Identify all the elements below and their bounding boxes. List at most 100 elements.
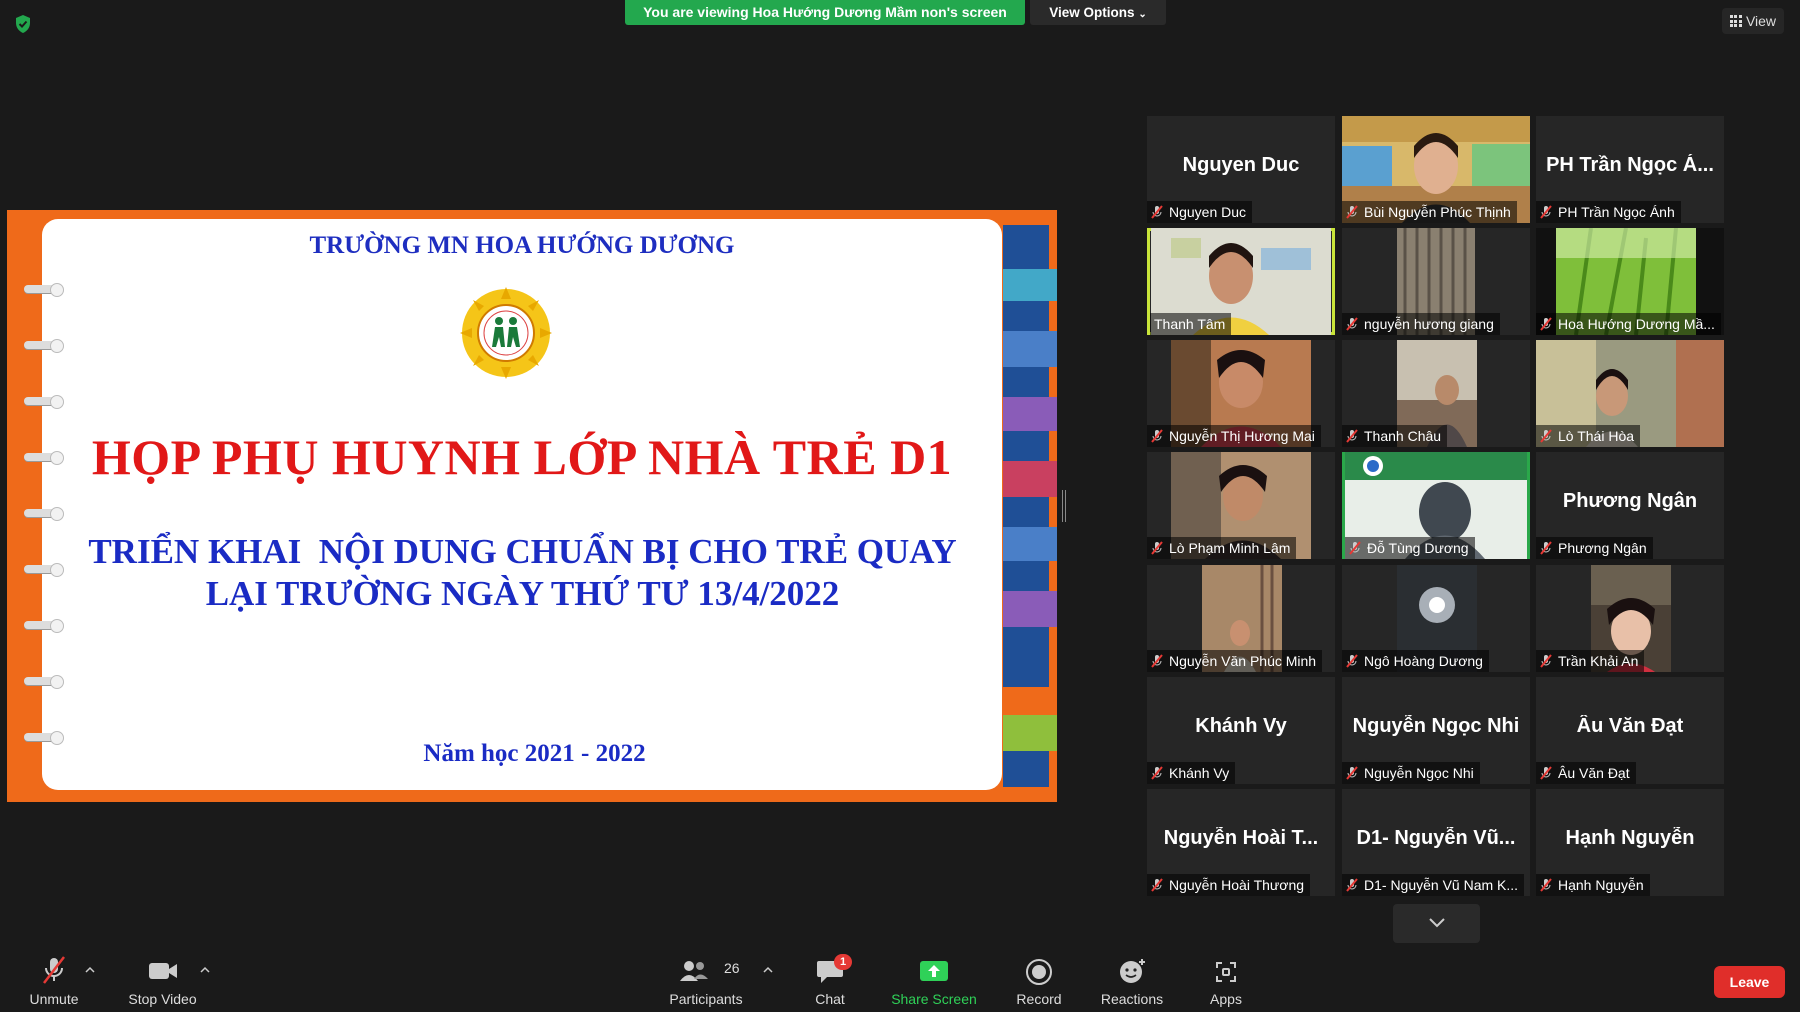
participant-tile[interactable]: Âu Văn Đạt Âu Văn Đạt [1536,677,1724,784]
muted-mic-icon [1540,541,1552,555]
binder-ring [24,619,64,633]
participant-tile[interactable]: PH Trần Ngọc Á... PH Trần Ngọc Ánh [1536,116,1724,223]
participant-label: Đỗ Tùng Dương [1345,537,1475,559]
participant-label: Nguyễn Ngọc Nhi [1342,762,1480,784]
gallery-next-page-button[interactable] [1393,904,1480,943]
binder-ring [24,675,64,689]
participant-name-display: Âu Văn Đạt [1576,715,1684,737]
panel-resize-handle[interactable] [1062,490,1066,522]
participant-label: Thanh Tâm [1150,313,1232,335]
participant-label: Hoa Hướng Dương Mầ... [1536,313,1721,335]
participant-label: Nguyễn Thị Hương Mai [1147,425,1321,447]
slide-subtitle-line1: TRIỂN KHAI NỘI DUNG CHUẨN BỊ CHO TRẺ QUA… [88,532,957,571]
chat-unread-badge: 1 [834,954,852,970]
participant-tile[interactable]: Hạnh Nguyễn Hạnh Nguyễn [1536,789,1724,896]
binder-ring [24,395,64,409]
share-screen-label: Share Screen [891,991,977,1007]
participant-tile[interactable]: Nguyễn Thị Hương Mai [1147,340,1335,447]
slide-color-tabs [1003,225,1057,787]
participant-tile[interactable]: Ngô Hoàng Dương [1342,565,1530,672]
slide-subtitle: TRIỂN KHAI NỘI DUNG CHUẨN BỊ CHO TRẺ QUA… [70,531,975,615]
video-camera-icon [148,963,177,979]
muted-mic-icon [1346,878,1358,892]
reactions-button[interactable]: Reactions [1095,955,1169,1007]
participant-label: nguyễn hương giang [1342,313,1500,335]
participant-label: Nguyễn Văn Phúc Minh [1147,650,1323,672]
participant-tile[interactable]: Nguyễn Hoài T... Nguyễn Hoài Thương [1147,789,1335,896]
participants-count: 26 [724,960,740,976]
muted-mic-icon [1151,429,1163,443]
unmute-button[interactable]: Unmute [18,955,90,1007]
participant-label: Khánh Vy [1147,762,1236,784]
participant-label: Thanh Châu [1342,425,1448,447]
participant-tile[interactable]: Phương Ngân Phương Ngân [1536,452,1724,559]
apps-label: Apps [1210,991,1242,1007]
participant-name-display: Khánh Vy [1195,715,1287,737]
share-screen-button[interactable]: Share Screen [885,955,983,1007]
participant-name-display: Phương Ngân [1562,490,1698,512]
sunflower-logo-icon [460,287,552,379]
audio-options-caret-icon[interactable] [85,965,95,975]
participant-label: PH Trần Ngọc Ánh [1536,201,1681,223]
participant-name-display: D1- Nguyễn Vũ... [1356,827,1516,849]
participant-tile[interactable]: Bùi Nguyễn Phúc Thịnh [1342,116,1530,223]
record-button[interactable]: Record [1007,955,1071,1007]
participant-tile[interactable]: Lò Thái Hòa [1536,340,1724,447]
muted-mic-icon [1346,654,1358,668]
participant-tile[interactable]: Nguyen Duc Nguyen Duc [1147,116,1335,223]
participant-tile[interactable]: Khánh Vy Khánh Vy [1147,677,1335,784]
muted-mic-icon [1540,766,1552,780]
participant-name-display: PH Trần Ngọc Á... [1546,154,1714,176]
participant-label: D1- Nguyễn Vũ Nam K... [1342,874,1525,896]
participant-tile-active-speaker[interactable]: Thanh Tâm [1147,228,1335,335]
view-options-button[interactable]: View Options ⌄ [1030,0,1166,25]
unmute-label: Unmute [29,991,79,1007]
leave-meeting-button[interactable]: Leave [1714,966,1785,998]
muted-mic-icon [1540,654,1552,668]
view-label: View [1745,13,1777,29]
participant-tile[interactable]: Nguyễn Ngọc Nhi Nguyễn Ngọc Nhi [1342,677,1530,784]
participant-tile[interactable]: D1- Nguyễn Vũ... D1- Nguyễn Vũ Nam K... [1342,789,1530,896]
slide-title: HỌP PHỤ HUYNH LỚP NHÀ TRẺ D1 [91,429,953,485]
muted-mic-icon [1346,317,1358,331]
participant-label: Lò Thái Hòa [1536,425,1641,447]
participant-tile[interactable]: Nguyễn Văn Phúc Minh [1147,565,1335,672]
participant-label: Âu Văn Đạt [1536,762,1636,784]
muted-mic-icon [1540,317,1552,331]
participants-label: Participants [669,991,743,1007]
muted-mic-icon [1151,205,1163,219]
record-icon [1026,959,1052,985]
participant-tile[interactable]: Thanh Châu [1342,340,1530,447]
viewing-screen-banner: You are viewing Hoa Hướng Dương Mầm non'… [625,0,1025,25]
participants-icon [680,961,708,981]
muted-mic-icon [1151,766,1163,780]
apps-button[interactable]: Apps [1195,955,1257,1007]
participant-tile[interactable]: Lò Phạm Minh Lâm [1147,452,1335,559]
muted-mic-icon [1540,429,1552,443]
participant-label: Nguyễn Hoài Thương [1147,874,1311,896]
video-options-caret-icon[interactable] [200,965,210,975]
muted-mic-icon [43,956,65,984]
security-shield-icon[interactable] [14,14,32,34]
participant-tile[interactable]: Đỗ Tùng Dương [1342,452,1530,559]
participant-tile[interactable]: Hoa Hướng Dương Mầ... [1536,228,1724,335]
grid-icon [1729,15,1742,27]
participant-tile[interactable]: Trần Khải An [1536,565,1724,672]
participant-name-display: Nguyen Duc [1182,154,1300,176]
chevron-down-icon: ⌄ [1138,9,1147,20]
stop-video-button[interactable]: Stop Video [120,955,205,1007]
participant-name-display: Nguyễn Hoài T... [1163,827,1319,849]
muted-mic-icon [1346,429,1358,443]
participant-name-display: Hạnh Nguyễn [1565,827,1695,849]
participants-options-caret-icon[interactable] [763,965,773,975]
slide-subtitle-line2: LẠI TRƯỜNG NGÀY THỨ TƯ 13/4/2022 [205,574,840,613]
chat-label: Chat [815,991,845,1007]
muted-mic-icon [1349,541,1361,555]
participant-label: Phương Ngân [1536,537,1653,559]
view-layout-button[interactable]: View [1722,8,1784,34]
share-screen-icon [920,961,948,981]
slide-school-name: TRƯỜNG MN HOA HƯỚNG DƯƠNG [309,232,735,259]
muted-mic-icon [1151,878,1163,892]
binder-ring [24,563,64,577]
participant-tile[interactable]: nguyễn hương giang [1342,228,1530,335]
